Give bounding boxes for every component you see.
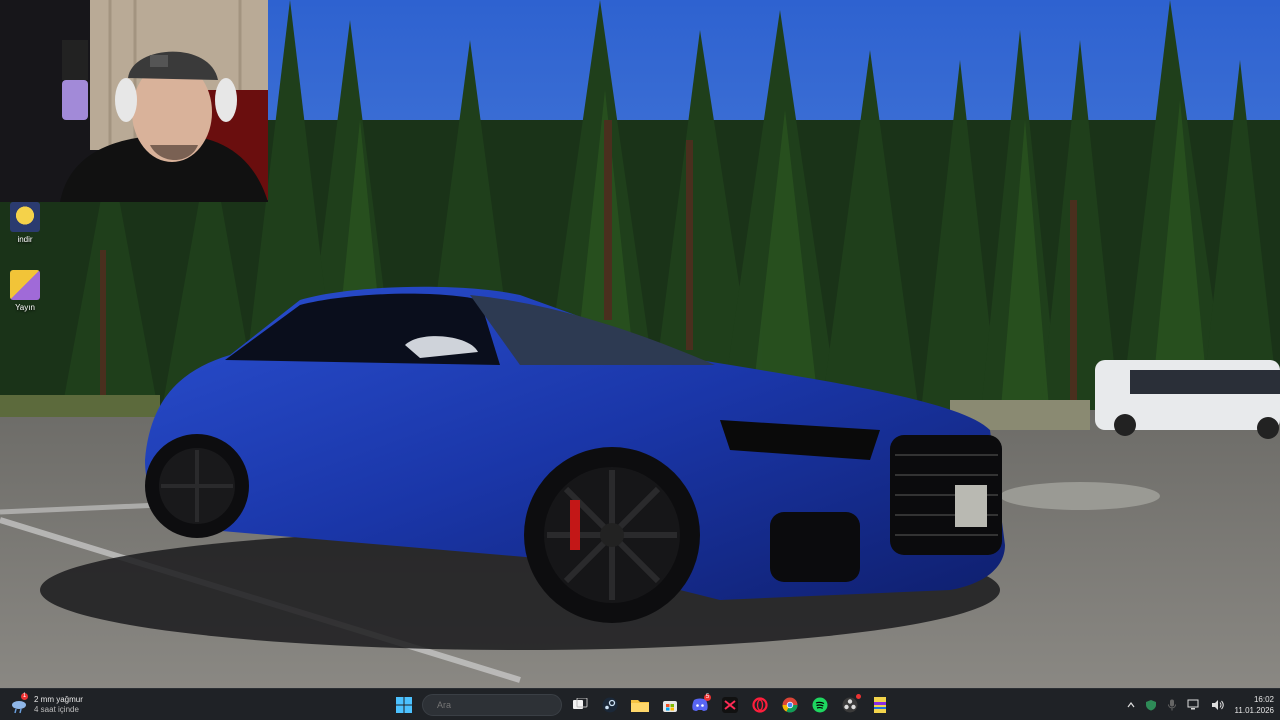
search-input[interactable] <box>435 699 556 711</box>
windows-logo-icon <box>396 697 412 713</box>
desktop-icon-label: indir <box>17 235 33 244</box>
rain-cloud-icon: 1 <box>10 693 28 714</box>
opera-gx-icon <box>752 697 768 713</box>
weather-widget[interactable]: 1 2 mm yağmur 4 saat içinde <box>10 693 83 717</box>
webcam-overlay <box>0 0 268 202</box>
steam-icon <box>602 697 618 713</box>
weather-condition: 2 mm yağmur <box>34 695 83 704</box>
spotify-app[interactable] <box>808 693 832 717</box>
chrome-icon <box>782 697 798 713</box>
desktop-icon-indir[interactable]: indir <box>0 202 50 244</box>
winrar-icon <box>874 697 886 713</box>
steam-app[interactable] <box>598 693 622 717</box>
spotify-icon <box>812 697 828 713</box>
network-icon[interactable] <box>1187 699 1201 711</box>
capcut-app[interactable] <box>718 693 742 717</box>
obs-icon <box>842 697 858 713</box>
taskbar-clock[interactable]: 16:02 11.01.2026 <box>1235 694 1274 716</box>
weather-time: 4 saat içinde <box>34 705 79 714</box>
yayin-folder-icon <box>10 270 40 300</box>
taskbar-center-apps: 5 <box>392 692 892 718</box>
obs-recording-indicator <box>856 694 861 699</box>
discord-notification-badge: 5 <box>704 694 711 701</box>
taskbar-search-box[interactable] <box>422 694 562 716</box>
task-view-icon <box>573 698 588 709</box>
desktop-icon-yayin[interactable]: Yayın <box>0 270 50 312</box>
clock-time: 16:02 <box>1253 694 1274 704</box>
weather-alert-badge: 1 <box>21 693 28 700</box>
discord-app[interactable]: 5 <box>688 693 712 717</box>
system-tray: 16:02 11.01.2026 <box>1127 689 1274 720</box>
chrome-app[interactable] <box>778 693 802 717</box>
file-explorer-app[interactable] <box>628 693 652 717</box>
indir-folder-icon <box>10 202 40 232</box>
obs-app[interactable] <box>838 693 862 717</box>
chevron-up-icon[interactable] <box>1127 701 1135 708</box>
microsoft-store-app[interactable] <box>658 693 682 717</box>
shield-icon[interactable] <box>1145 699 1157 711</box>
capcut-icon <box>722 697 738 713</box>
desktop-icon-label: Yayın <box>15 303 35 312</box>
volume-icon[interactable] <box>1211 699 1225 711</box>
winrar-app[interactable] <box>868 693 892 717</box>
folder-icon <box>631 700 649 712</box>
task-view-button[interactable] <box>568 693 592 717</box>
taskbar: 1 2 mm yağmur 4 saat içinde 5 <box>0 688 1280 720</box>
microphone-icon[interactable] <box>1167 699 1177 711</box>
windows-start-button[interactable] <box>392 693 416 717</box>
store-icon <box>663 701 677 712</box>
opera-gx-app[interactable] <box>748 693 772 717</box>
clock-date: 11.01.2026 <box>1234 705 1274 715</box>
